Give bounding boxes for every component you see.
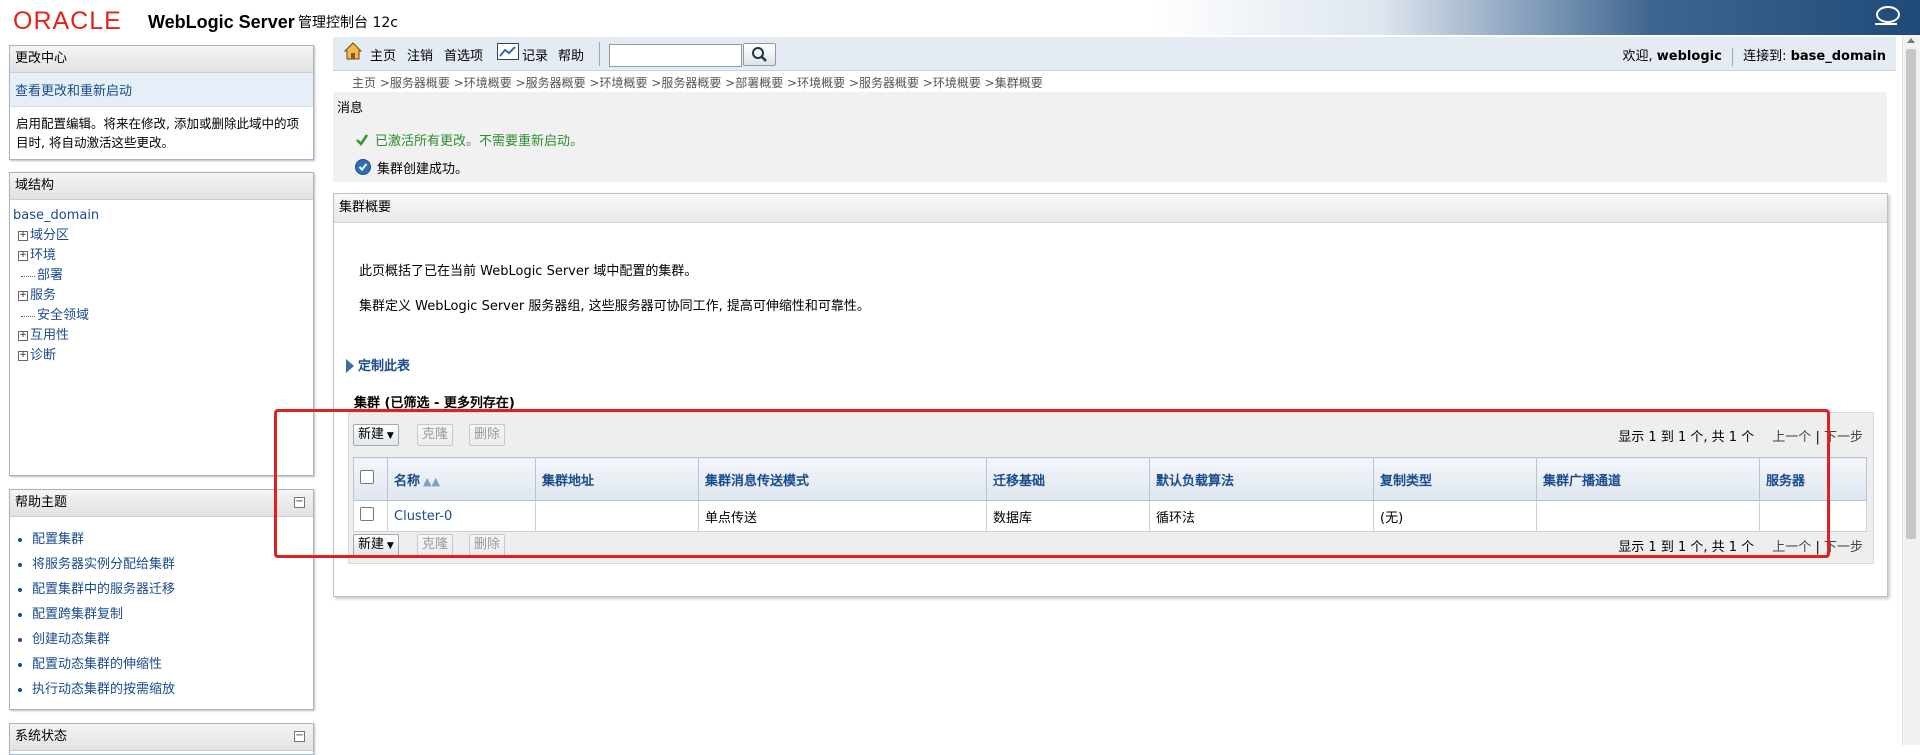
home-link[interactable]: 主页 bbox=[370, 45, 396, 64]
help-link-dynamic-cluster-scaling[interactable]: 配置动态集群的伸缩性 bbox=[32, 652, 313, 677]
help-link[interactable]: 帮助 bbox=[558, 45, 584, 64]
app-header: ORACLE WebLogic Server 管理控制台 12c bbox=[0, 0, 1920, 35]
expand-icon[interactable]: + bbox=[18, 331, 28, 341]
breadcrumb[interactable]: 主页 >服务器概要 >环境概要 >服务器概要 >环境概要 >服务器概要 >部署概… bbox=[352, 74, 1043, 91]
collapse-icon[interactable]: − bbox=[294, 731, 305, 742]
preferences-link[interactable]: 首选项 bbox=[444, 45, 483, 64]
tree-item-security-realms[interactable]: 安全领域 bbox=[13, 306, 310, 326]
magnifier-icon bbox=[752, 47, 767, 62]
change-center-text: 启用配置编辑。将来在修改, 添加或删除此域中的项目时, 将自动激活这些更改。 bbox=[16, 116, 299, 150]
page-description: 此页概括了已在当前 WebLogic Server 域中配置的集群。 bbox=[359, 264, 698, 279]
search-button[interactable] bbox=[743, 43, 776, 66]
oracle-logo: ORACLE bbox=[13, 7, 122, 35]
logout-link[interactable]: 注销 bbox=[407, 45, 433, 64]
view-changes-link[interactable]: 查看更改和重新启动 bbox=[10, 73, 313, 107]
change-center-title: 更改中心 bbox=[10, 46, 313, 73]
record-link[interactable]: 记录 bbox=[522, 45, 548, 64]
tree-item-services[interactable]: + 服务 bbox=[13, 286, 310, 306]
expand-triangle-icon bbox=[346, 359, 354, 373]
welcome-area: 欢迎, weblogic 连接到: base_domain bbox=[1622, 47, 1886, 66]
tree-item-environment[interactable]: + 环境 bbox=[13, 246, 310, 266]
help-topics-panel: 帮助主题 − 配置集群 将服务器实例分配给集群 配置集群中的服务器迁移 配置跨集… bbox=[9, 489, 314, 710]
help-link-configure-clusters[interactable]: 配置集群 bbox=[32, 527, 313, 552]
tree-item-deployments[interactable]: 部署 bbox=[13, 266, 310, 286]
highlight-annotation bbox=[274, 409, 1830, 558]
help-topics-list: 配置集群 将服务器实例分配给集群 配置集群中的服务器迁移 配置跨集群复制 创建动… bbox=[10, 517, 313, 702]
tree-item-partitions[interactable]: + 域分区 bbox=[13, 226, 310, 246]
toolbar-divider bbox=[599, 42, 600, 66]
help-topics-title: 帮助主题 − bbox=[10, 490, 313, 517]
customize-table-link[interactable]: 定制此表 bbox=[346, 355, 410, 374]
home-icon[interactable] bbox=[343, 41, 363, 61]
tree-item-diagnostics[interactable]: + 诊断 bbox=[13, 346, 310, 366]
success-message: 已激活所有更改。不需要重新启动。 bbox=[355, 130, 583, 149]
cluster-description: 集群定义 WebLogic Server 服务器组, 这些服务器可协同工作, 提… bbox=[359, 299, 870, 314]
record-icon[interactable] bbox=[497, 43, 519, 60]
expand-icon[interactable]: + bbox=[18, 351, 28, 361]
help-link-cross-cluster-replication[interactable]: 配置跨集群复制 bbox=[32, 602, 313, 627]
tree-root-base-domain[interactable]: base_domain bbox=[13, 206, 310, 226]
user-name: weblogic bbox=[1656, 49, 1722, 64]
oracle-help-icon[interactable] bbox=[1875, 6, 1900, 25]
top-toolbar: 主页 注销 首选项 记录 帮助 欢迎, weblogic 连接到: base_d… bbox=[333, 37, 1896, 71]
help-link-create-dynamic-clusters[interactable]: 创建动态集群 bbox=[32, 627, 313, 652]
messages-title: 消息 bbox=[337, 101, 364, 116]
product-subtitle: 管理控制台 12c bbox=[298, 15, 398, 31]
scrollbar-thumb[interactable] bbox=[1906, 49, 1916, 539]
domain-structure-title: 域结构 bbox=[10, 173, 313, 200]
tree-item-interoperability[interactable]: + 互用性 bbox=[13, 326, 310, 346]
help-link-on-demand-scaling[interactable]: 执行动态集群的按需缩放 bbox=[32, 677, 313, 702]
search-input[interactable] bbox=[609, 44, 742, 67]
expand-icon[interactable]: + bbox=[18, 291, 28, 301]
content-title: 集群概要 bbox=[334, 194, 1887, 223]
info-message: 集群创建成功。 bbox=[355, 158, 468, 177]
system-status-title: 系统状态 − bbox=[10, 724, 313, 751]
help-link-assign-servers[interactable]: 将服务器实例分配给集群 bbox=[32, 552, 313, 577]
scroll-up-icon[interactable] bbox=[1907, 38, 1915, 43]
domain-structure-panel: 域结构 base_domain + 域分区 + 环境 部署 + 服务 安全领域 + 互用… bbox=[9, 172, 314, 476]
domain-tree: base_domain + 域分区 + 环境 部署 + 服务 安全领域 + 互用性 + 诊… bbox=[10, 200, 313, 372]
connected-domain: base_domain bbox=[1790, 49, 1886, 64]
expand-icon[interactable]: + bbox=[18, 251, 28, 261]
help-link-server-migration[interactable]: 配置集群中的服务器迁移 bbox=[32, 577, 313, 602]
check-icon bbox=[356, 134, 369, 146]
info-check-icon bbox=[355, 159, 371, 175]
change-center-panel: 更改中心 查看更改和重新启动 启用配置编辑。将来在修改, 添加或删除此域中的项目… bbox=[9, 45, 314, 160]
product-name: WebLogic Server bbox=[148, 12, 295, 32]
expand-icon[interactable]: + bbox=[18, 231, 28, 241]
page-scrollbar[interactable] bbox=[1902, 35, 1920, 745]
messages-area: 消息 已激活所有更改。不需要重新启动。 集群创建成功。 bbox=[333, 92, 1887, 182]
system-status-panel: 系统状态 − bbox=[9, 723, 314, 755]
